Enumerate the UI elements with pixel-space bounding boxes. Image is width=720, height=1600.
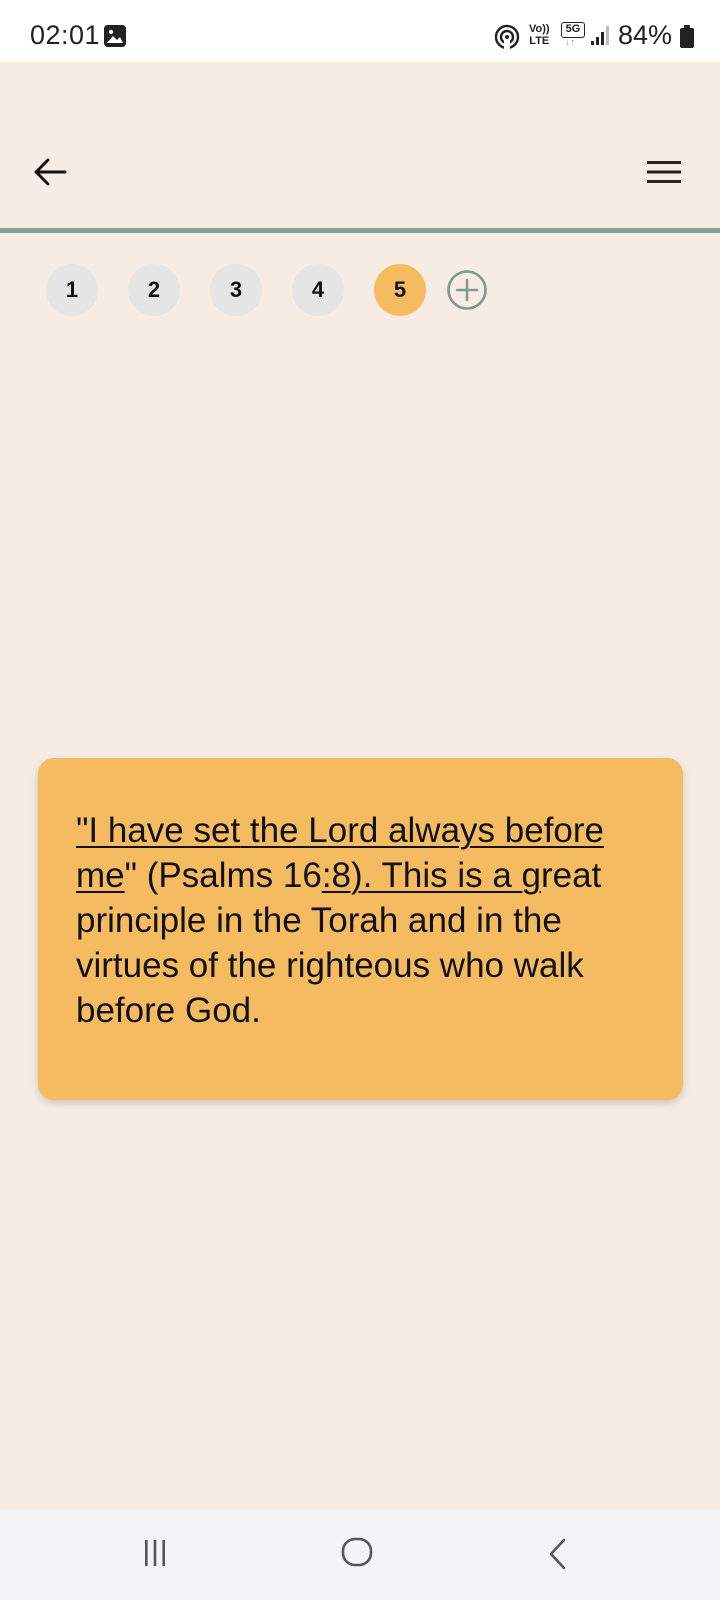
network-type-badge: 5G [561,22,585,38]
volte-indicator: Vo)) LTE [529,23,550,47]
recents-icon [145,1540,165,1566]
tab-page-1[interactable]: 1 [46,264,98,316]
arrow-left-icon [34,158,67,186]
system-navigation-bar [0,1510,720,1600]
back-button[interactable] [28,150,72,194]
card-text-plain: reat [541,856,602,895]
home-button[interactable] [340,1535,374,1569]
battery-icon [680,25,694,48]
card-text-underlined: g [521,856,541,895]
home-icon [341,1537,373,1567]
status-time: 02:01 [30,20,101,50]
status-bar: 02:01 Vo)) LTE 5G ↓↑ 84% [0,0,720,62]
card-text-underlined: me [76,856,125,895]
battery-percentage: 84% [618,20,673,50]
card-text-underlined: :8). This is a [321,856,522,895]
menu-button[interactable] [642,150,686,194]
hotspot-icon [494,24,520,50]
tab-page-3[interactable]: 3 [210,264,262,316]
hamburger-menu-icon [647,161,681,183]
plus-circle-icon [447,270,487,310]
card-text-plain: " (Psalms 16 [124,856,322,895]
tab-page-4[interactable]: 4 [292,264,344,316]
recents-button[interactable] [140,1537,170,1569]
data-activity-icon: ↓↑ [565,37,575,48]
card-text-plain: principle in the Torah and in the virtue… [76,901,584,1030]
gallery-notification-icon [104,25,126,47]
back-chevron-icon [549,1538,566,1570]
card-text: "I have set the Lord always before me" (… [76,808,656,1033]
card-text-underlined: "I have set [76,811,241,850]
nav-back-button[interactable] [545,1537,571,1571]
text-card[interactable]: "I have set the Lord always before me" (… [38,758,683,1100]
signal-strength-icon [590,24,612,46]
add-page-button[interactable] [446,269,488,311]
tab-page-5[interactable]: 5 [374,264,426,316]
tab-page-2[interactable]: 2 [128,264,180,316]
card-text-underlined: the Lord always before [240,811,605,850]
header-divider [0,228,720,233]
